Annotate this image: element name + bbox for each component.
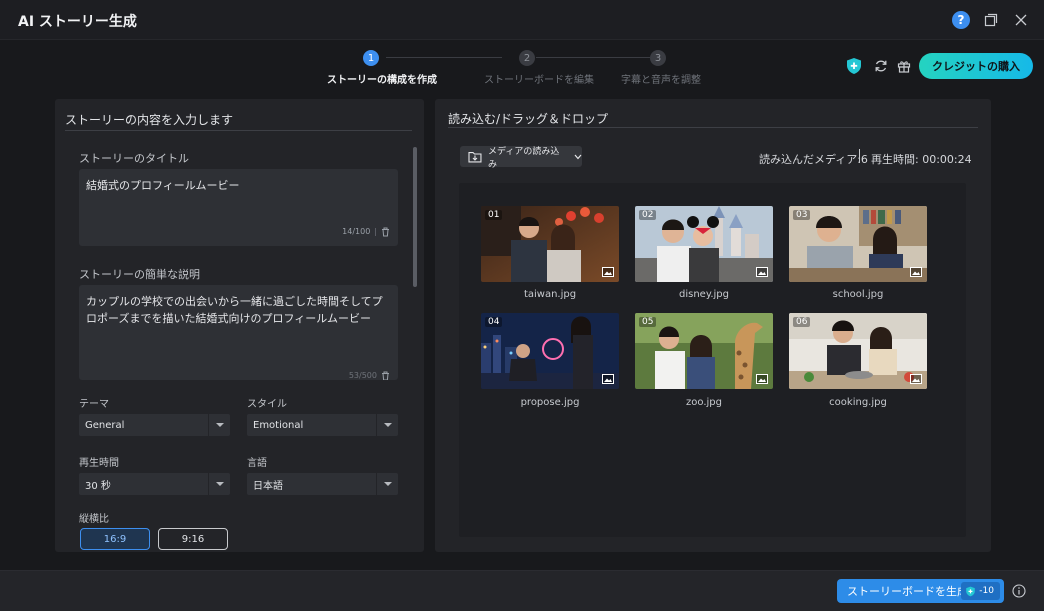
media-thumb-school[interactable]: 03 (789, 206, 927, 282)
chevron-down-icon (376, 414, 398, 436)
status-divider (859, 149, 860, 163)
close-button[interactable] (1010, 9, 1032, 31)
media-thumb-propose[interactable]: 04 (481, 313, 619, 389)
story-title-value: 結婚式のプロフィールムービー (86, 179, 240, 192)
title-char-counter: 14/100 | (342, 223, 390, 240)
shield-plus-icon (966, 586, 976, 596)
media-number: 04 (485, 317, 503, 327)
ratio-9-16-button[interactable]: 9:16 (158, 528, 228, 550)
import-folder-icon (468, 151, 482, 163)
left-heading-divider (65, 130, 412, 131)
trash-icon[interactable] (381, 371, 390, 381)
media-thumb-zoo[interactable]: 05 (635, 313, 773, 389)
media-filename: zoo.jpg (686, 397, 722, 408)
import-media-label: メディアの読み込み (487, 146, 560, 170)
image-icon (755, 266, 769, 278)
duration-value: 30 秒 (85, 480, 111, 492)
story-title-label: ストーリーのタイトル (79, 152, 189, 165)
step-2-label: ストーリーボードを編集 (484, 75, 594, 86)
right-heading-divider (448, 127, 978, 128)
image-icon (601, 373, 615, 385)
chevron-down-icon (208, 414, 230, 436)
image-icon (601, 266, 615, 278)
refresh-icon (875, 60, 887, 72)
generate-storyboard-button[interactable]: ストーリーボードを生成 -10 (837, 579, 1004, 603)
step-3-label: 字幕と音声を調整 (621, 75, 701, 86)
theme-value: General (85, 419, 125, 431)
media-thumb-cooking[interactable]: 06 (789, 313, 927, 389)
chevron-down-icon (208, 473, 230, 495)
ratio-16-9-button[interactable]: 16:9 (80, 528, 150, 550)
help-button[interactable]: ? (950, 9, 972, 31)
theme-label: テーマ (79, 399, 109, 410)
story-title-input[interactable]: 結婚式のプロフィールムービー 14/100 | (79, 169, 398, 246)
aspect-ratio-label: 縦横比 (79, 514, 109, 525)
info-icon (1012, 584, 1026, 598)
language-value: 日本語 (253, 480, 283, 492)
image-icon (909, 373, 923, 385)
media-number: 06 (793, 317, 811, 327)
generate-storyboard-label: ストーリーボードを生成 (847, 585, 968, 598)
media-thumb-taiwan[interactable]: 01 (481, 206, 619, 282)
story-description-value: カップルの学校での出会いから一緒に過ごした時間そしてプロポーズまでを描いた結婚式… (86, 295, 383, 325)
duration-select[interactable]: 30 秒 (79, 473, 230, 495)
title-bar: AI ストーリー生成 ? (0, 0, 1044, 40)
duration-label: 再生時間 (79, 458, 119, 469)
step-3-number: 3 (650, 50, 666, 66)
close-icon (1015, 14, 1027, 26)
language-select[interactable]: 日本語 (247, 473, 398, 495)
total-duration: 再生時間: 00:00:24 (871, 153, 972, 166)
buy-credits-button[interactable]: クレジットの購入 (919, 53, 1033, 79)
left-panel-scrollbar[interactable] (413, 147, 417, 287)
media-filename: disney.jpg (679, 289, 729, 300)
image-icon (909, 266, 923, 278)
credit-shield-button[interactable] (845, 57, 863, 75)
window-title: AI ストーリー生成 (18, 14, 137, 30)
media-number: 03 (793, 210, 811, 220)
media-number: 01 (485, 210, 503, 220)
refresh-button[interactable] (872, 57, 890, 75)
story-description-label: ストーリーの簡単な説明 (79, 268, 200, 281)
style-select[interactable]: Emotional (247, 414, 398, 436)
restore-button[interactable] (980, 9, 1002, 31)
step-2-number: 2 (519, 50, 535, 66)
media-filename: propose.jpg (520, 397, 580, 408)
image-icon (755, 373, 769, 385)
credit-cost: -10 (979, 586, 994, 596)
media-count: 読み込んだメディア:6 (759, 153, 868, 166)
language-label: 言語 (247, 458, 267, 469)
gift-icon (897, 61, 911, 73)
chevron-down-icon (376, 473, 398, 495)
story-description-input[interactable]: カップルの学校での出会いから一緒に過ごした時間そしてプロポーズまでを描いた結婚式… (79, 285, 398, 380)
style-label: スタイル (247, 399, 287, 410)
media-filename: school.jpg (832, 289, 884, 300)
chevron-down-icon (574, 154, 582, 159)
step-connector-1 (386, 57, 502, 58)
media-number: 05 (639, 317, 657, 327)
shield-plus-icon (847, 58, 861, 74)
story-input-heading: ストーリーの内容を入力します (65, 113, 234, 127)
step-connector-2 (536, 57, 650, 58)
media-panel-heading: 読み込む/ドラッグ＆ドロップ (448, 112, 609, 126)
style-value: Emotional (253, 419, 304, 431)
gift-button[interactable] (895, 57, 913, 75)
step-1-label: ストーリーの構成を作成 (327, 75, 437, 86)
import-media-button[interactable]: メディアの読み込み (460, 146, 582, 170)
description-char-counter: 53/500 (349, 367, 390, 380)
title-char-count: 14/100 (342, 227, 371, 236)
media-filename: cooking.jpg (829, 397, 887, 408)
info-button[interactable] (1011, 583, 1027, 599)
media-number: 02 (639, 210, 657, 220)
restore-icon (984, 13, 998, 27)
step-1-number: 1 (363, 50, 379, 66)
trash-icon[interactable] (381, 227, 390, 237)
credit-cost-badge: -10 (961, 582, 1000, 600)
media-thumb-disney[interactable]: 02 (635, 206, 773, 282)
help-icon: ? (952, 11, 970, 29)
theme-select[interactable]: General (79, 414, 230, 436)
media-filename: taiwan.jpg (523, 289, 577, 300)
